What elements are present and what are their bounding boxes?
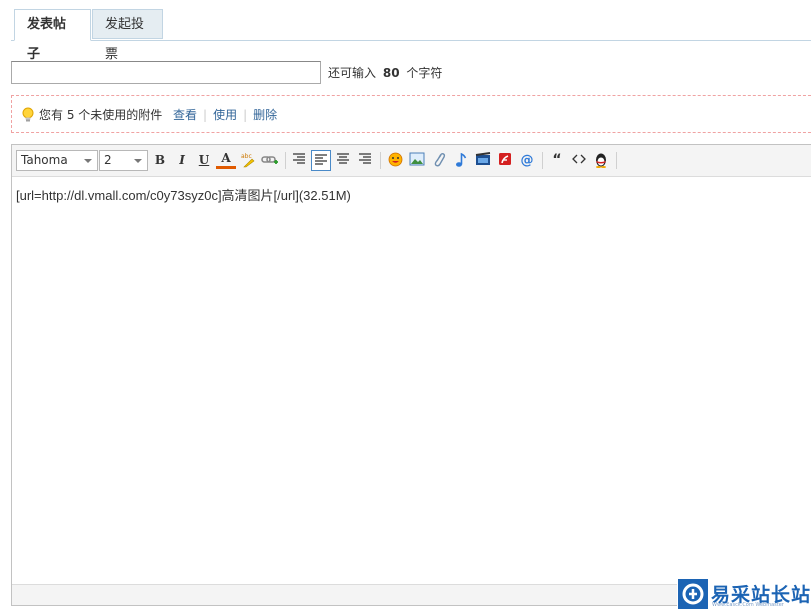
delete-attachments-link[interactable]: 删除	[253, 108, 277, 122]
post-type-tabs: 发表帖子 发起投票	[11, 9, 811, 62]
align-left-icon	[315, 154, 327, 165]
rich-text-editor: Tahoma 2 B I U A abc @ “ [url=http://dl.…	[11, 144, 811, 606]
highlight-button[interactable]: abc	[238, 150, 258, 171]
view-attachments-link[interactable]: 查看	[173, 108, 197, 122]
music-note-icon	[456, 152, 467, 167]
toolbar-divider	[542, 152, 543, 169]
film-icon	[475, 152, 491, 165]
font-size-select[interactable]: 2	[99, 150, 148, 171]
toolbar-divider	[380, 152, 381, 169]
subject-input[interactable]	[11, 61, 321, 84]
link-add-icon	[261, 156, 278, 164]
post-editor-page: 发表帖子 发起投票 还可输入 80 个字符 您有 5 个未使用的附件 查看 | 使用…	[0, 0, 811, 611]
font-family-select[interactable]: Tahoma	[16, 150, 98, 171]
watermark-subtitle: Www.Easck.Com Webmaster	[712, 602, 784, 608]
insert-flash-button[interactable]	[495, 150, 515, 171]
tab-new-post[interactable]: 发表帖子	[14, 9, 91, 62]
site-watermark: 易采站长站 Www.Easck.Com Webmaster	[677, 578, 811, 611]
flash-icon	[499, 153, 511, 165]
subject-char-counter: 还可输入 80 个字符	[328, 65, 442, 81]
site-logo-icon	[678, 579, 708, 609]
toolbar-divider	[616, 152, 617, 169]
align-right-button[interactable]	[355, 150, 375, 171]
align-center-button[interactable]	[333, 150, 353, 171]
notice-text: 您有 5 个未使用的附件	[39, 108, 163, 122]
image-icon	[409, 152, 425, 166]
underline-button[interactable]: U	[194, 150, 214, 171]
smiley-icon	[388, 152, 402, 167]
font-size-value: 2	[104, 153, 112, 167]
counter-prefix: 还可输入	[328, 66, 377, 80]
chevron-down-icon	[134, 159, 142, 163]
divider: |	[203, 108, 208, 122]
indent-button[interactable]	[289, 150, 309, 171]
chevron-down-icon	[84, 159, 92, 163]
at-sign-icon: @	[520, 153, 534, 168]
align-center-icon	[337, 153, 349, 164]
highlighter-icon: abc	[241, 153, 255, 168]
editor-content[interactable]: [url=http://dl.vmall.com/c0y73syz0c]高清图片…	[16, 185, 351, 204]
qq-button[interactable]	[591, 150, 611, 171]
code-icon	[572, 154, 586, 164]
svg-text:abc: abc	[241, 153, 252, 160]
align-right-icon	[293, 153, 305, 164]
align-right-icon	[359, 153, 371, 164]
insert-image-button[interactable]	[407, 150, 427, 171]
emoji-button[interactable]	[385, 150, 405, 171]
italic-button[interactable]: I	[172, 150, 192, 171]
align-left-button[interactable]	[311, 150, 331, 171]
counter-suffix: 个字符	[406, 66, 443, 80]
use-attachments-link[interactable]: 使用	[213, 108, 237, 122]
bold-button[interactable]: B	[150, 150, 170, 171]
quote-icon: “	[552, 152, 562, 168]
toolbar-divider	[285, 152, 286, 169]
font-family-value: Tahoma	[21, 153, 68, 167]
editor-toolbar: Tahoma 2 B I U A abc @ “	[12, 145, 811, 177]
paperclip-icon	[434, 152, 446, 167]
quote-button[interactable]: “	[547, 150, 567, 171]
insert-video-button[interactable]	[473, 150, 493, 171]
divider: |	[243, 108, 248, 122]
notice-links: 查看 | 使用 | 删除	[173, 107, 277, 123]
text-color-button[interactable]: A	[216, 150, 236, 169]
attach-file-button[interactable]	[429, 150, 449, 171]
tab-new-poll[interactable]: 发起投票	[92, 9, 163, 62]
insert-link-button[interactable]	[260, 150, 280, 171]
counter-value: 80	[382, 66, 400, 80]
mention-button[interactable]: @	[517, 150, 537, 171]
lightbulb-icon	[22, 107, 34, 122]
insert-audio-button[interactable]	[451, 150, 471, 171]
qq-penguin-icon	[596, 153, 606, 168]
code-button[interactable]	[569, 150, 589, 171]
unused-attachments-notice: 您有 5 个未使用的附件 查看 | 使用 | 删除	[11, 95, 811, 133]
